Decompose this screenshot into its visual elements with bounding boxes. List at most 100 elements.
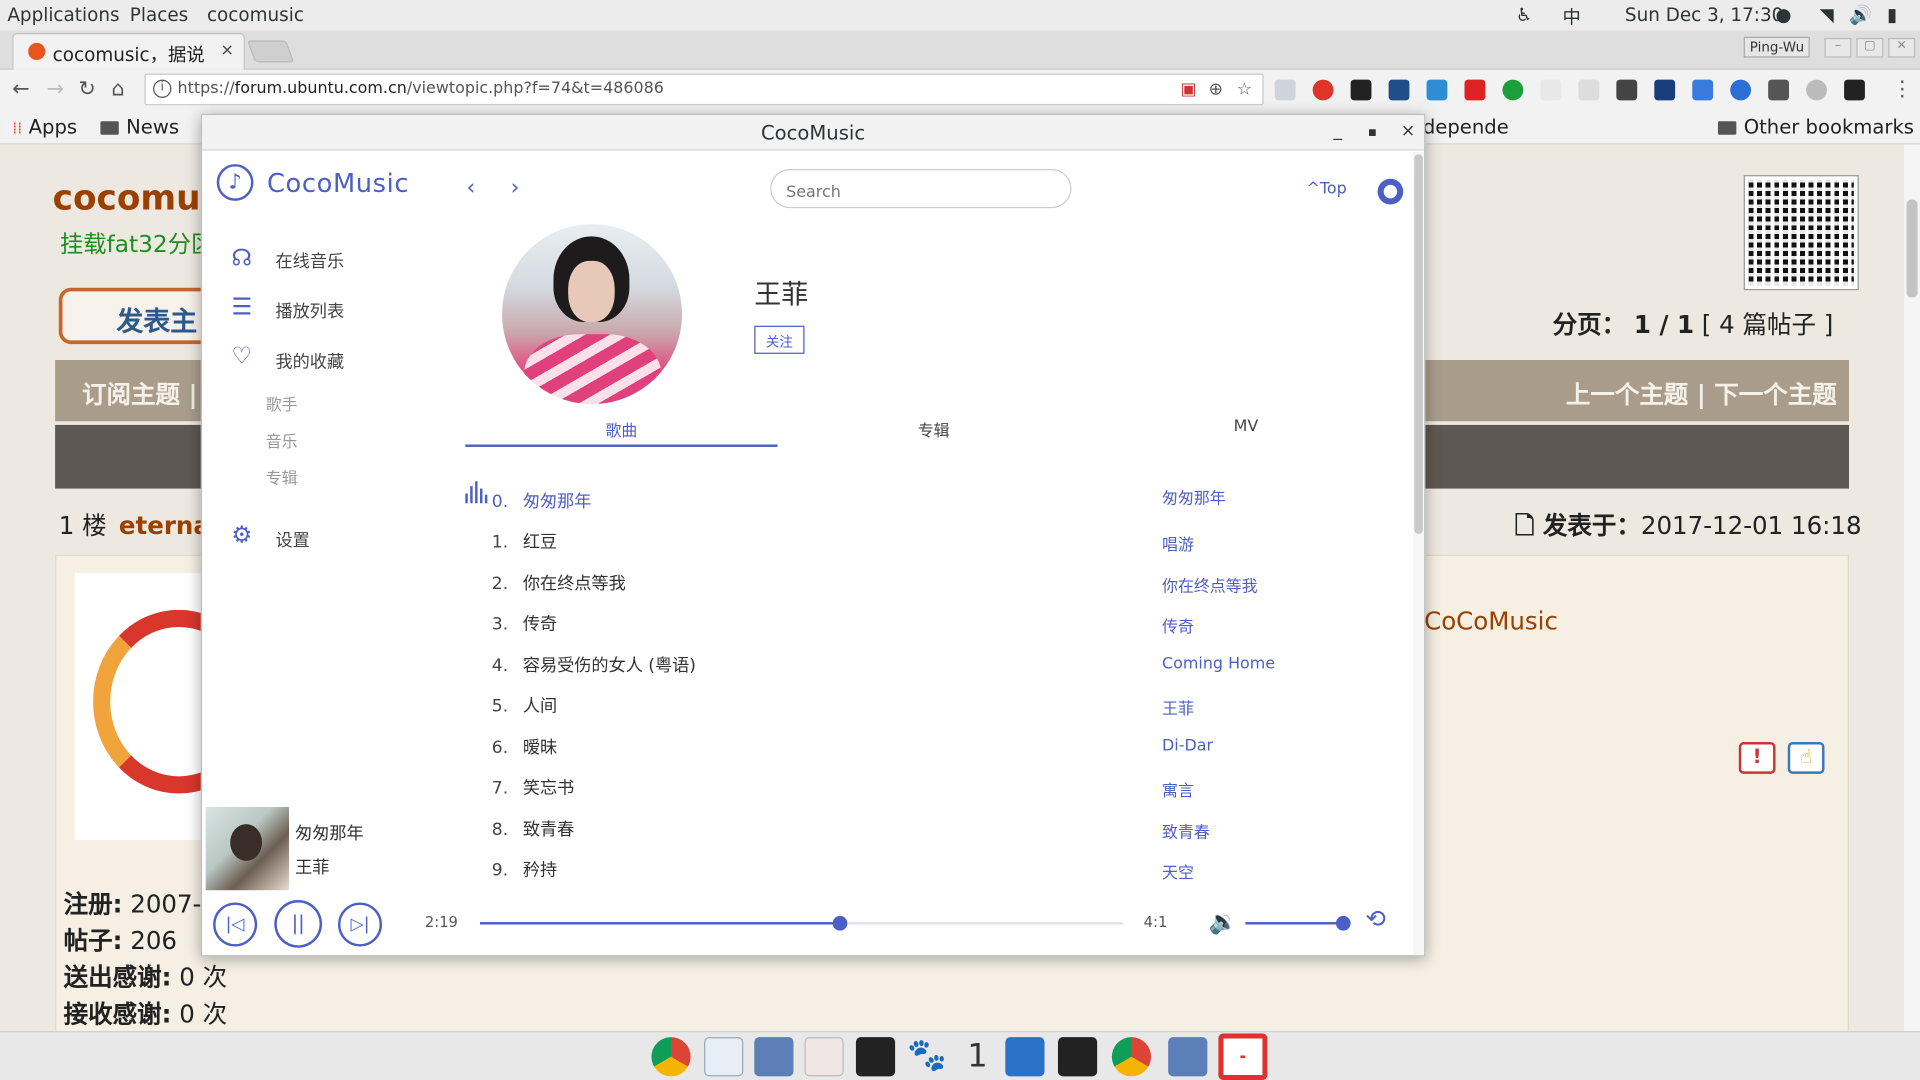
home-icon[interactable]: ⌂ [111,77,124,101]
song-row[interactable]: 0. 匆匆那年 [476,489,592,513]
report-icon[interactable]: ! [1738,742,1776,774]
window-close-button[interactable]: × [1401,121,1415,141]
song-album-link[interactable]: 王菲 [1162,696,1194,718]
song-row[interactable]: 9. 矜持 [476,857,557,881]
chrome-2-launcher-icon[interactable] [1111,1037,1152,1077]
chrome-launcher-icon[interactable] [651,1037,691,1077]
now-playing-cover[interactable] [205,806,289,891]
song-album-link[interactable]: 天空 [1162,860,1194,882]
grid-extension-icon[interactable] [1350,79,1372,101]
song-row[interactable]: 2. 你在终点等我 [476,571,626,595]
minimize-browser-button[interactable]: – [1824,37,1852,58]
forward-icon[interactable]: → [47,77,64,101]
gray-extension-icon[interactable] [1578,79,1600,101]
nav-playlist[interactable]: 播放列表 [276,299,345,323]
song-row[interactable]: 8. 致青春 [476,817,574,841]
bookmark-partial[interactable]: depende [1423,115,1509,138]
bookmark-star-icon[interactable]: ☆ [1237,80,1252,100]
volume-knob[interactable] [1335,915,1351,931]
badge-extension-icon[interactable] [1654,79,1676,101]
address-bar[interactable]: i https://forum.ubuntu.com.cn/viewtopic.… [144,73,1264,106]
follow-button[interactable]: 关注 [754,325,805,354]
terminal-2-icon[interactable] [1057,1037,1098,1077]
font-extension-icon[interactable] [1540,79,1562,101]
battery-icon[interactable]: ▮ [1887,4,1897,26]
workspace-indicator[interactable]: 1 [967,1038,987,1075]
post-link[interactable]: CoCoMusic [1424,606,1558,635]
new-tab-button[interactable] [247,40,295,63]
progress-slider[interactable] [480,915,1123,931]
cocomusic-launcher-icon[interactable] [1218,1033,1268,1080]
file-manager-2-icon[interactable] [1168,1037,1208,1077]
subscribe-topic-link[interactable]: 订阅主题 | [82,375,197,411]
document-viewer-icon[interactable] [704,1037,744,1077]
nav-sub-music[interactable]: 音乐 [266,429,298,451]
volume-icon[interactable]: 🔉 [1209,907,1238,936]
next-track-icon[interactable]: ▷| [337,902,383,947]
tab-close-icon[interactable]: × [221,42,234,60]
terminal-icon[interactable] [855,1037,896,1077]
site-info-icon[interactable]: i [153,79,172,98]
page-scrollbar[interactable] [1904,144,1920,1032]
song-album-link[interactable]: 传奇 [1162,613,1194,636]
blue-extension-icon[interactable] [1388,79,1410,101]
nav-favorites[interactable]: 我的收藏 [276,349,345,373]
song-album-link[interactable]: 寓言 [1162,778,1194,800]
song-album-link[interactable]: Coming Home [1162,655,1275,673]
applications-menu[interactable]: Applications [7,4,119,26]
zoom-icon[interactable]: ⊕ [1209,80,1223,100]
content-scrollbar[interactable] [1413,151,1425,956]
tab-songs[interactable]: 歌曲 [465,418,777,440]
chart-extension-icon[interactable] [1616,79,1638,101]
tab-mv[interactable]: MV [1090,418,1402,436]
clock[interactable]: Sun Dec 3, 17:30 [1625,4,1783,26]
window-minimize-button[interactable]: _ [1333,121,1342,141]
reload-icon[interactable]: ↻ [78,77,95,101]
active-app-menu[interactable]: cocomusic [207,4,304,26]
circle-extension-icon[interactable] [1806,79,1827,101]
mail-extension-icon[interactable] [1274,79,1296,101]
nav-forward-arrow-icon[interactable]: › [511,175,520,201]
gnome-foot-icon[interactable]: 🐾 [907,1037,947,1077]
song-album-link[interactable]: 你在终点等我 [1162,573,1258,596]
news-bookmark[interactable]: News [100,115,179,138]
maximize-browser-button[interactable]: ▢ [1856,37,1884,58]
tab-albums[interactable]: 专辑 [778,418,1090,440]
song-row[interactable]: 3. 传奇 [476,611,557,635]
text-editor-icon[interactable] [804,1037,844,1077]
browser-tab[interactable]: cocomusic，据说 × [12,33,245,70]
red-square-extension-icon[interactable] [1464,79,1486,101]
profile-button[interactable]: Ping-Wu [1743,36,1811,58]
github-icon[interactable] [1377,178,1404,205]
thanks-icon[interactable]: ☝ [1787,742,1825,774]
close-browser-button[interactable]: ✕ [1888,37,1916,58]
song-album-link[interactable]: 唱游 [1162,531,1194,554]
prev-next-topic-links[interactable]: 上一个主题 | 下一个主题 [1566,375,1837,411]
repeat-icon[interactable]: ⟲ [1365,904,1386,933]
previous-track-icon[interactable]: |◁ [213,902,258,947]
input-method-indicator[interactable]: 中 [1562,4,1580,30]
song-row[interactable]: 5. 人间 [476,693,557,717]
sync-extension-icon[interactable] [1730,79,1752,101]
progress-knob[interactable] [832,915,848,931]
search-input[interactable] [770,168,1072,209]
apps-bookmark[interactable]: ⁞⁞ Apps [12,115,77,138]
other-bookmarks[interactable]: Other bookmarks [1717,115,1914,138]
song-album-link[interactable]: 致青春 [1162,819,1210,842]
song-album-link[interactable]: Di-Dar [1162,737,1213,755]
file-manager-icon[interactable] [754,1037,794,1077]
blocked-icon[interactable]: ▣ [1180,80,1196,100]
post-author[interactable]: eterna [119,511,210,540]
places-menu[interactable]: Places [130,4,188,26]
window-titlebar[interactable]: CocoMusic _ ▪ × [202,115,1425,151]
nav-back-arrow-icon[interactable]: ‹ [467,175,476,201]
green-extension-icon[interactable] [1502,79,1524,101]
accessibility-icon[interactable]: ♿ [1516,4,1532,26]
song-album-link[interactable]: 匆匆那年 [1162,485,1226,508]
volume-slider[interactable] [1245,915,1351,931]
nav-sub-album[interactable]: 专辑 [266,465,298,488]
nav-online-music[interactable]: 在线音乐 [276,249,345,273]
nav-sub-singer[interactable]: 歌手 [266,392,298,415]
wifi-icon[interactable]: ◥ [1820,4,1834,26]
back-icon[interactable]: ← [12,77,29,101]
